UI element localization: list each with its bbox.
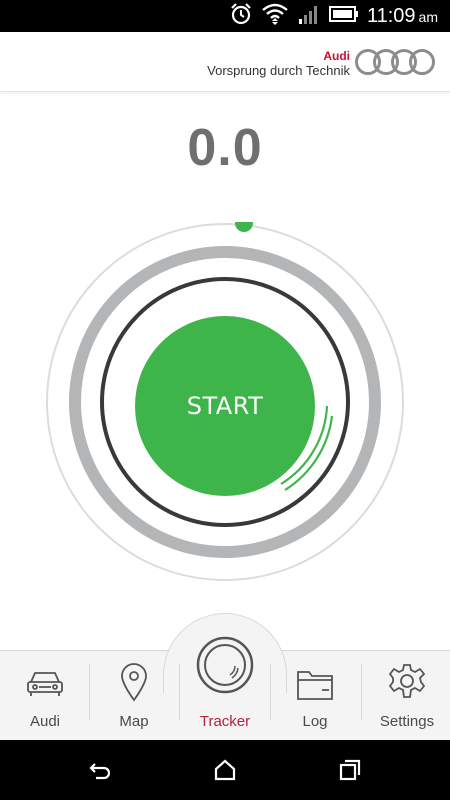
status-icons: 11:09 am (229, 0, 438, 32)
alarm-icon (229, 2, 253, 30)
tab-label: Map (119, 713, 149, 730)
clock: 11:09 am (367, 5, 438, 28)
folder-icon (295, 668, 335, 705)
brand-slogan: Vorsprung durch Technik (207, 63, 350, 78)
start-button[interactable]: START (135, 316, 315, 496)
tab-log[interactable]: Log (270, 650, 360, 740)
wifi-icon (261, 2, 289, 30)
tab-audi[interactable]: Audi (0, 650, 90, 740)
tab-label: Settings (379, 713, 435, 730)
clock-time: 11:09 (366, 4, 416, 27)
tab-label: Tracker (199, 713, 251, 730)
recent-apps-button[interactable] (320, 740, 380, 800)
clock-ampm: am (418, 8, 438, 25)
tab-tracker[interactable]: Tracker (180, 636, 270, 740)
battery-icon (328, 4, 359, 28)
tab-map[interactable]: Map (89, 650, 179, 740)
speed-readout: 0.0 (187, 119, 263, 177)
tab-label: Log (302, 713, 328, 730)
system-nav-bar (0, 740, 450, 800)
gear-icon (387, 662, 427, 705)
map-pin-icon (118, 662, 150, 705)
progress-dot (235, 222, 253, 232)
brand-text: Audi Vorsprung durch Technik (207, 49, 350, 79)
tracker-dial-icon (195, 635, 255, 698)
back-button[interactable] (70, 740, 130, 800)
status-bar: 11:09 am (0, 0, 450, 32)
tab-settings[interactable]: Settings (362, 650, 450, 740)
car-icon (25, 668, 65, 703)
tab-label: Audi (29, 713, 61, 730)
app-header: Audi Vorsprung durch Technik (0, 32, 450, 92)
brand-name: Audi (323, 49, 350, 63)
home-button[interactable] (195, 740, 255, 800)
audi-rings-logo (355, 49, 435, 75)
signal-icon (297, 3, 321, 29)
